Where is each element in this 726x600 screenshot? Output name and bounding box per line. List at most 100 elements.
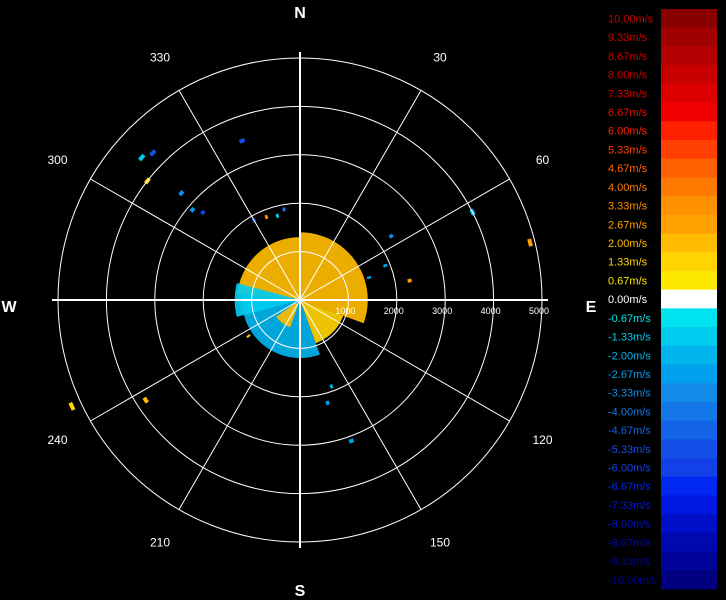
- legend-label-6: 6.00m/s: [608, 126, 648, 138]
- legend-swatch-29: [661, 551, 717, 571]
- echo-point-23: [246, 334, 251, 339]
- echo-point-8: [264, 214, 269, 220]
- bearing-label-30: 30: [433, 51, 447, 65]
- legend-swatch-17: [661, 327, 717, 347]
- echo-point-6: [200, 209, 206, 216]
- legend-swatch-5: [661, 102, 717, 122]
- legend-label-0: 10.00m/s: [608, 13, 654, 25]
- legend-label-23: -5.33m/s: [608, 444, 651, 456]
- range-label-1: 1000: [335, 306, 355, 316]
- legend-label-21: -4.00m/s: [608, 406, 651, 418]
- range-label-5: 5000: [529, 306, 549, 316]
- legend-swatch-26: [661, 495, 717, 515]
- compass-south: S: [295, 583, 306, 600]
- legend-swatch-20: [661, 383, 717, 403]
- legend-swatch-6: [661, 121, 717, 141]
- spoke-60: [299, 178, 510, 301]
- velocity-legend: 10.00m/s 9.33m/s 8.67m/s 8.00m/s 7.33m/s 6.67…: [608, 9, 717, 590]
- compass-north: N: [294, 5, 306, 22]
- legend-swatch-28: [661, 532, 717, 552]
- legend-swatch-12: [661, 233, 717, 253]
- range-label-3: 3000: [432, 306, 452, 316]
- legend-label-17: -1.33m/s: [608, 332, 651, 344]
- legend-label-25: -6.67m/s: [608, 481, 651, 493]
- legend-swatch-19: [661, 364, 717, 384]
- echo-point-21: [142, 396, 150, 404]
- legend-swatch-22: [661, 420, 717, 440]
- legend-label-11: 2.67m/s: [608, 219, 648, 231]
- legend-swatch-11: [661, 214, 717, 234]
- legend-label-26: -7.33m/s: [608, 500, 651, 512]
- legend-swatch-24: [661, 458, 717, 478]
- compass-west: W: [1, 299, 17, 316]
- legend-swatch-3: [661, 65, 717, 85]
- legend-label-8: 4.67m/s: [608, 163, 648, 175]
- legend-label-3: 8.00m/s: [608, 70, 648, 82]
- legend-label-7: 5.33m/s: [608, 144, 648, 156]
- bearing-label-300: 300: [47, 153, 67, 167]
- echo-point-18: [325, 400, 330, 406]
- legend-label-24: -6.00m/s: [608, 463, 651, 475]
- compass-east: E: [586, 299, 597, 316]
- legend-label-9: 4.00m/s: [608, 182, 648, 194]
- spoke-240: [90, 299, 301, 422]
- echo-point-15: [527, 238, 533, 247]
- bearing-label-240: 240: [47, 433, 67, 447]
- legend-label-30: -10.00m/s: [608, 575, 657, 587]
- legend-label-20: -3.33m/s: [608, 388, 651, 400]
- legend-label-22: -4.67m/s: [608, 425, 651, 437]
- legend-label-4: 7.33m/s: [608, 88, 648, 100]
- spoke-330: [178, 90, 301, 301]
- bearing-label-60: 60: [536, 153, 550, 167]
- legend-label-18: -2.00m/s: [608, 350, 651, 362]
- legend-label-19: -2.67m/s: [608, 369, 651, 381]
- legend-swatch-18: [661, 345, 717, 365]
- legend-swatch-8: [661, 158, 717, 178]
- echo-point-9: [275, 213, 280, 219]
- legend-swatch-14: [661, 270, 717, 291]
- legend-swatch-23: [661, 439, 717, 459]
- legend-label-2: 8.67m/s: [608, 51, 648, 63]
- echo-point-3: [238, 138, 246, 144]
- legend-label-29: -9.33m/s: [608, 556, 651, 568]
- echo-point-19: [348, 438, 355, 444]
- range-label-4: 4000: [481, 306, 501, 316]
- legend-swatch-1: [661, 27, 717, 47]
- echo-point-22: [68, 401, 76, 411]
- legend-label-28: -8.67m/s: [608, 537, 651, 549]
- echo-point-0: [138, 153, 146, 162]
- legend-label-27: -8.00m/s: [608, 519, 651, 531]
- bearing-label-210: 210: [150, 536, 170, 550]
- bearing-label-330: 330: [150, 51, 170, 65]
- bearing-label-120: 120: [532, 433, 552, 447]
- echo-point-12: [388, 233, 394, 239]
- legend-swatch-7: [661, 139, 717, 160]
- legend-swatch-16: [661, 308, 717, 328]
- legend-swatch-15: [661, 289, 717, 309]
- legend-label-1: 9.33m/s: [608, 32, 648, 44]
- spoke-120: [299, 299, 510, 422]
- legend-label-10: 3.33m/s: [608, 201, 648, 213]
- spoke-30: [299, 90, 422, 301]
- spoke-300: [90, 178, 301, 301]
- echo-point-10: [282, 207, 286, 212]
- spoke-210: [178, 299, 301, 510]
- legend-swatch-25: [661, 476, 717, 496]
- legend-swatch-2: [661, 46, 717, 66]
- legend-swatch-21: [661, 401, 717, 422]
- legend-swatch-27: [661, 514, 717, 534]
- echo-point-17: [329, 384, 334, 389]
- echo-point-13: [382, 263, 388, 268]
- legend-swatch-0: [661, 9, 717, 29]
- spoke-150: [299, 299, 422, 510]
- legend-swatch-10: [661, 196, 717, 216]
- bearing-label-150: 150: [430, 536, 450, 550]
- echo-point-16: [407, 278, 412, 283]
- legend-label-14: 0.67m/s: [608, 275, 648, 287]
- legend-swatch-30: [661, 570, 717, 590]
- radar-velocity-chart: N E S W 30 60 120 150 210 240 300 330 1000 2000 3000 40…: [1, 5, 717, 600]
- legend-swatch-4: [661, 83, 717, 103]
- legend-label-15: 0.00m/s: [608, 294, 648, 306]
- echo-point-2: [149, 149, 157, 157]
- legend-swatch-9: [661, 177, 717, 197]
